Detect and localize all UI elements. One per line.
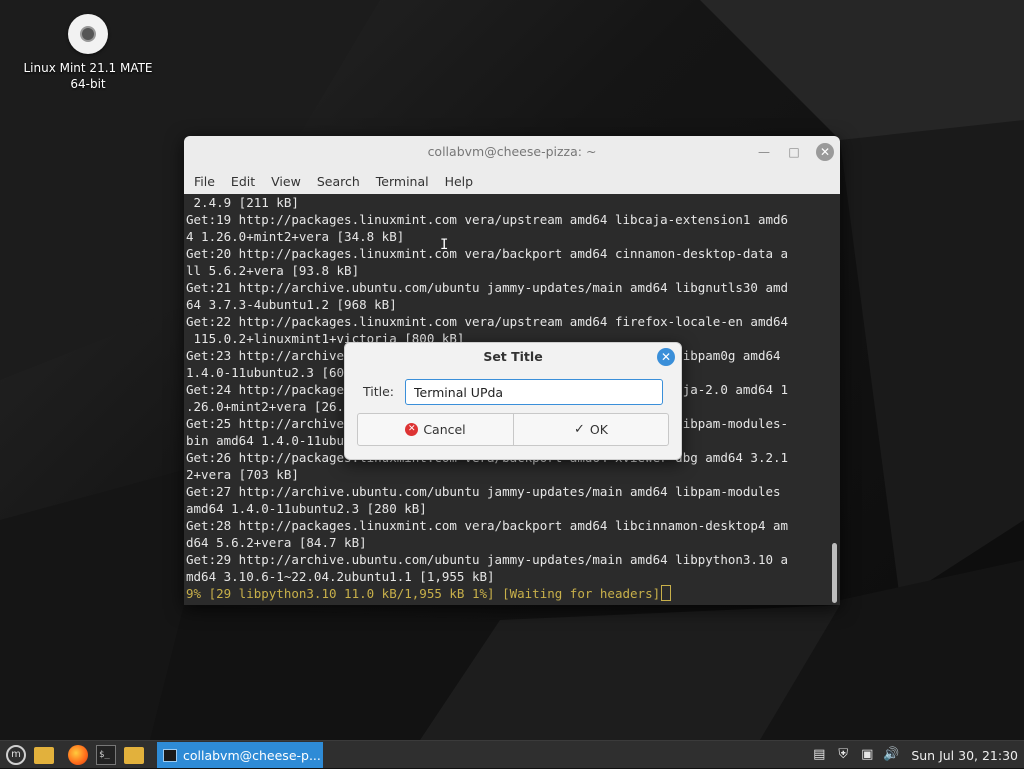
terminal-line: Get:28 http://packages.linuxmint.com ver… xyxy=(186,518,789,533)
title-input[interactable] xyxy=(405,379,663,405)
terminal-line: Get:22 http://packages.linuxmint.com ver… xyxy=(186,314,789,329)
status-line-text: 9% [29 libpython3.10 11.0 kB/1,955 kB 1%… xyxy=(186,586,661,601)
minimize-icon[interactable]: — xyxy=(756,144,772,160)
taskbar-task-terminal[interactable]: collabvm@cheese-p... xyxy=(157,742,323,768)
terminal-task-icon xyxy=(163,748,177,762)
set-title-dialog: Set Title ✕ Title: ✕ Cancel ✓ OK xyxy=(344,342,682,460)
clipboard-icon[interactable]: ▤ xyxy=(811,747,827,763)
network-icon[interactable]: ▣ xyxy=(859,747,875,763)
menu-search[interactable]: Search xyxy=(311,174,366,189)
terminal-line: 64 3.7.3-4ubuntu1.2 [968 kB] xyxy=(186,297,397,312)
terminal-line: ll 5.6.2+vera [93.8 kB] xyxy=(186,263,360,278)
terminal-line: Get:29 http://archive.ubuntu.com/ubuntu … xyxy=(186,552,789,567)
terminal-line: Get:20 http://packages.linuxmint.com ver… xyxy=(186,246,789,261)
cancel-button[interactable]: ✕ Cancel xyxy=(357,413,514,446)
files-icon[interactable] xyxy=(124,747,144,764)
clock[interactable]: Sun Jul 30, 21:30 xyxy=(911,748,1018,763)
terminal-line: Get:19 http://packages.linuxmint.com ver… xyxy=(186,212,789,227)
volume-icon[interactable]: 🔊 xyxy=(883,747,899,763)
disc-icon xyxy=(68,14,108,54)
text-cursor-icon: I xyxy=(440,237,449,253)
terminal-launcher-icon[interactable]: $_ xyxy=(96,745,116,765)
terminal-titlebar[interactable]: collabvm@cheese-pizza: ~ — □ ✕ xyxy=(184,136,840,168)
checkmark-icon: ✓ xyxy=(574,422,585,437)
shield-icon[interactable]: ⛨ xyxy=(835,747,851,763)
menu-edit[interactable]: Edit xyxy=(225,174,261,189)
taskbar-task-label: collabvm@cheese-p... xyxy=(183,747,321,763)
terminal-scrollbar[interactable] xyxy=(828,194,840,605)
menu-file[interactable]: File xyxy=(188,174,221,189)
firefox-icon[interactable] xyxy=(68,745,88,765)
terminal-line: d64 5.6.2+vera [84.7 kB] xyxy=(186,535,367,550)
ok-button-label: OK xyxy=(589,422,608,437)
maximize-icon[interactable]: □ xyxy=(786,144,802,160)
terminal-menubar: File Edit View Search Terminal Help xyxy=(184,168,840,194)
cancel-icon: ✕ xyxy=(405,423,419,436)
taskbar: m $_ collabvm@cheese-p... ▤ ⛨ ▣ 🔊 Sun Ju… xyxy=(0,740,1024,768)
terminal-line: 2.4.9 [211 kB] xyxy=(186,195,299,210)
terminal-line: amd64 1.4.0-11ubuntu2.3 [280 kB] xyxy=(186,501,427,516)
show-desktop-icon[interactable] xyxy=(34,747,54,764)
title-field-label: Title: xyxy=(363,384,394,399)
desktop-icon-install[interactable]: Linux Mint 21.1 MATE 64-bit xyxy=(18,12,158,92)
terminal-line: Get:21 http://archive.ubuntu.com/ubuntu … xyxy=(186,280,789,295)
menu-view[interactable]: View xyxy=(265,174,307,189)
terminal-cursor xyxy=(661,585,672,601)
cancel-button-label: Cancel xyxy=(423,422,466,437)
menu-help[interactable]: Help xyxy=(439,174,480,189)
terminal-line: 2+vera [703 kB] xyxy=(186,467,299,482)
window-title: collabvm@cheese-pizza: ~ xyxy=(427,144,597,159)
system-tray: ▤ ⛨ ▣ 🔊 Sun Jul 30, 21:30 xyxy=(811,741,1024,769)
dialog-title: Set Title xyxy=(483,349,543,364)
mint-menu-icon[interactable]: m xyxy=(6,745,26,765)
terminal-line: Get:27 http://archive.ubuntu.com/ubuntu … xyxy=(186,484,781,499)
ok-button[interactable]: ✓ OK xyxy=(513,413,669,446)
terminal-line: 4 1.26.0+mint2+vera [34.8 kB] xyxy=(186,229,405,244)
terminal-status-line: 9% [29 libpython3.10 11.0 kB/1,955 kB 1%… xyxy=(184,585,828,602)
dialog-close-icon[interactable]: ✕ xyxy=(657,348,675,366)
scrollbar-thumb[interactable] xyxy=(832,543,837,603)
menu-terminal[interactable]: Terminal xyxy=(370,174,435,189)
terminal-line: md64 3.10.6-1~22.04.2ubuntu1.1 [1,955 kB… xyxy=(186,569,495,584)
close-icon[interactable]: ✕ xyxy=(816,143,834,161)
desktop-icon-label: Linux Mint 21.1 MATE 64-bit xyxy=(23,61,153,91)
